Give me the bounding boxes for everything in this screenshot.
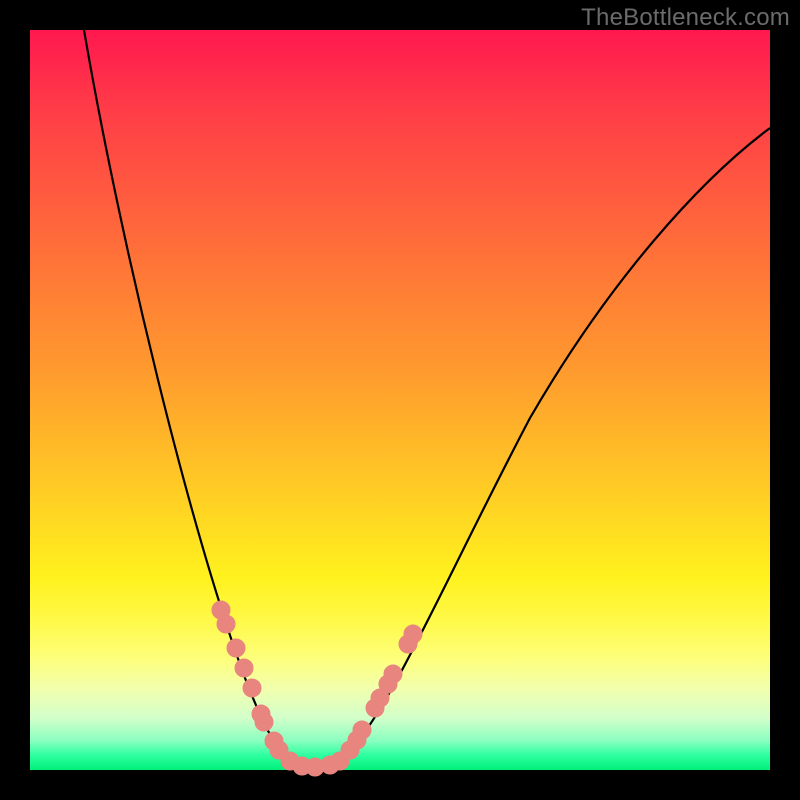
data-point-dot (255, 713, 273, 731)
plot-area (30, 30, 770, 770)
watermark-text: TheBottleneck.com (581, 4, 790, 32)
bottleneck-curve (84, 30, 770, 769)
data-point-dot (243, 679, 261, 697)
dot-layer (212, 601, 422, 776)
curve-svg (30, 30, 770, 770)
data-point-dot (384, 665, 402, 683)
data-point-dot (404, 625, 422, 643)
data-point-dot (227, 639, 245, 657)
data-point-dot (235, 659, 253, 677)
data-point-dot (353, 721, 371, 739)
chart-frame: TheBottleneck.com (0, 0, 800, 800)
data-point-dot (217, 615, 235, 633)
